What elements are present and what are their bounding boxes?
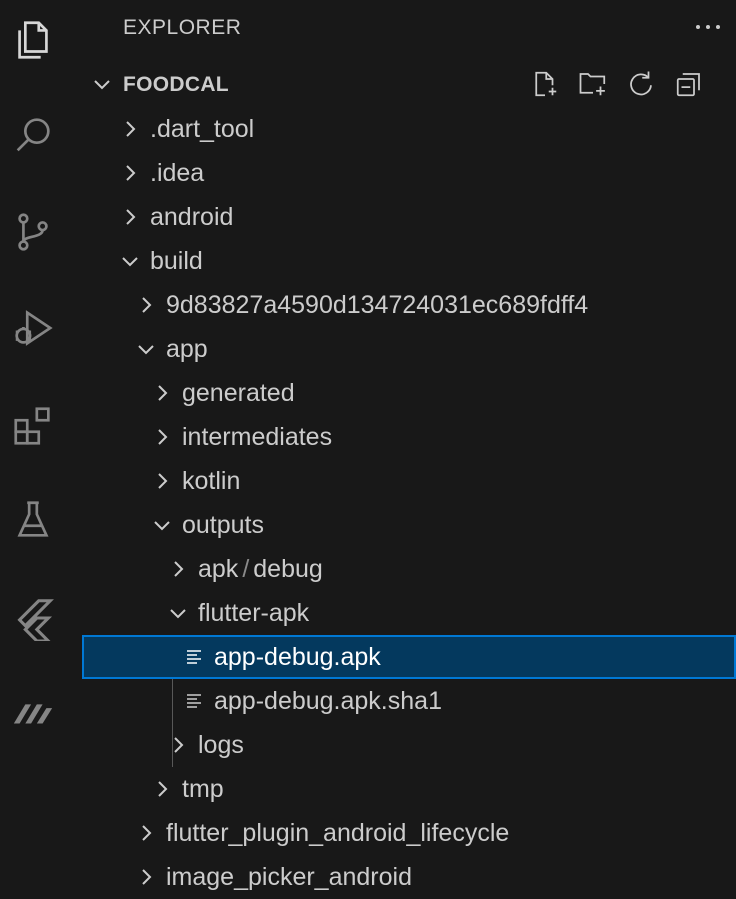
chevron-right-icon	[126, 165, 136, 181]
tree-item-app[interactable]: app	[82, 327, 736, 371]
tree-item-label: app	[166, 335, 208, 363]
tree-item-label: flutter_plugin_android_lifecycle	[166, 819, 510, 847]
tree-item-label: android	[150, 203, 234, 231]
tree-item-idea[interactable]: .idea	[82, 151, 736, 195]
tree-item-label-part: debug	[253, 555, 323, 583]
tree-item-hash-folder[interactable]: 9d83827a4590d134724031ec689fdff4	[82, 283, 736, 327]
tree-item-tmp[interactable]: tmp	[82, 767, 736, 811]
section-actions	[528, 66, 706, 102]
flutter-icon[interactable]	[0, 588, 66, 648]
tree-item-logs[interactable]: logs	[82, 723, 736, 767]
testing-icon[interactable]	[0, 490, 66, 550]
tree-item-flutter-apk[interactable]: flutter-apk	[82, 591, 736, 635]
tree-item-app-debug-apk-sha1[interactable]: app-debug.apk.sha1	[82, 679, 736, 723]
chevron-right-icon	[158, 473, 168, 489]
chevron-right-icon	[126, 121, 136, 137]
tree-item-label: tmp	[182, 775, 224, 803]
explorer-header: EXPLORER	[82, 0, 736, 56]
tree-item-dart-tool[interactable]: .dart_tool	[82, 107, 736, 151]
tree-item-label: app-debug.apk	[214, 643, 381, 671]
chevron-down-icon	[94, 80, 110, 90]
file-lines-icon	[187, 650, 201, 664]
tree-item-outputs[interactable]: outputs	[82, 503, 736, 547]
run-debug-icon[interactable]	[0, 298, 66, 358]
explorer-icon[interactable]	[0, 10, 66, 70]
explorer-title: EXPLORER	[123, 16, 242, 39]
chevron-down-icon	[138, 345, 154, 355]
search-icon[interactable]	[0, 105, 66, 165]
tree-item-generated[interactable]: generated	[82, 371, 736, 415]
chevron-right-icon	[174, 561, 184, 577]
tree-item-flutter-plugin-android-lifecycle[interactable]: flutter_plugin_android_lifecycle	[82, 811, 736, 855]
tree-item-label: .dart_tool	[150, 115, 255, 143]
tree-item-app-debug-apk[interactable]: app-debug.apk	[82, 635, 736, 679]
extensions-icon[interactable]	[0, 396, 66, 456]
workspace-title: FOODCAL	[123, 73, 229, 96]
file-lines-icon	[187, 694, 201, 708]
explorer-sidebar: EXPLORER FOODCAL .dart_tool .idea androi…	[82, 0, 736, 896]
file-tree: .dart_tool .idea android build 9d83827a4…	[82, 107, 736, 899]
chevron-right-icon	[126, 209, 136, 225]
tree-item-label: logs	[198, 731, 244, 759]
refresh-icon[interactable]	[624, 67, 658, 101]
chevron-right-icon	[174, 737, 184, 753]
activity-bar	[0, 0, 66, 896]
tree-item-label: generated	[182, 379, 295, 407]
tree-item-android[interactable]: android	[82, 195, 736, 239]
chevron-right-icon	[142, 825, 152, 841]
chevron-down-icon	[154, 521, 170, 531]
tree-item-label-part: apk	[198, 555, 239, 583]
path-separator: /	[242, 555, 250, 583]
tree-item-label: build	[150, 247, 203, 275]
tree-item-label: image_picker_android	[166, 863, 412, 891]
tree-item-label: 9d83827a4590d134724031ec689fdff4	[166, 291, 589, 319]
chevron-right-icon	[158, 385, 168, 401]
tree-item-label: kotlin	[182, 467, 241, 495]
tree-item-intermediates[interactable]: intermediates	[82, 415, 736, 459]
tree-item-kotlin[interactable]: kotlin	[82, 459, 736, 503]
chevron-right-icon	[158, 781, 168, 797]
chevron-down-icon	[122, 257, 138, 267]
tree-item-label: app-debug.apk.sha1	[214, 687, 442, 715]
m-extension-icon[interactable]	[0, 682, 66, 742]
tree-item-apk-debug[interactable]: apk / debug	[82, 547, 736, 591]
chevron-down-icon	[170, 609, 186, 619]
new-file-icon[interactable]	[528, 67, 562, 101]
tree-item-compact-label: apk / debug	[198, 547, 323, 591]
chevron-right-icon	[158, 429, 168, 445]
chevron-right-icon	[142, 869, 152, 885]
new-folder-icon[interactable]	[576, 67, 610, 101]
tree-item-build[interactable]: build	[82, 239, 736, 283]
tree-item-label: .idea	[150, 159, 205, 187]
chevron-right-icon	[142, 297, 152, 313]
collapse-all-icon[interactable]	[672, 67, 706, 101]
tree-item-image-picker-android[interactable]: image_picker_android	[82, 855, 736, 899]
workspace-section-header[interactable]: FOODCAL	[82, 62, 736, 106]
ellipsis-icon[interactable]	[688, 12, 728, 42]
tree-item-label: outputs	[182, 511, 265, 539]
tree-item-label: intermediates	[182, 423, 333, 451]
tree-item-label: flutter-apk	[198, 599, 310, 627]
source-control-icon[interactable]	[0, 202, 66, 262]
